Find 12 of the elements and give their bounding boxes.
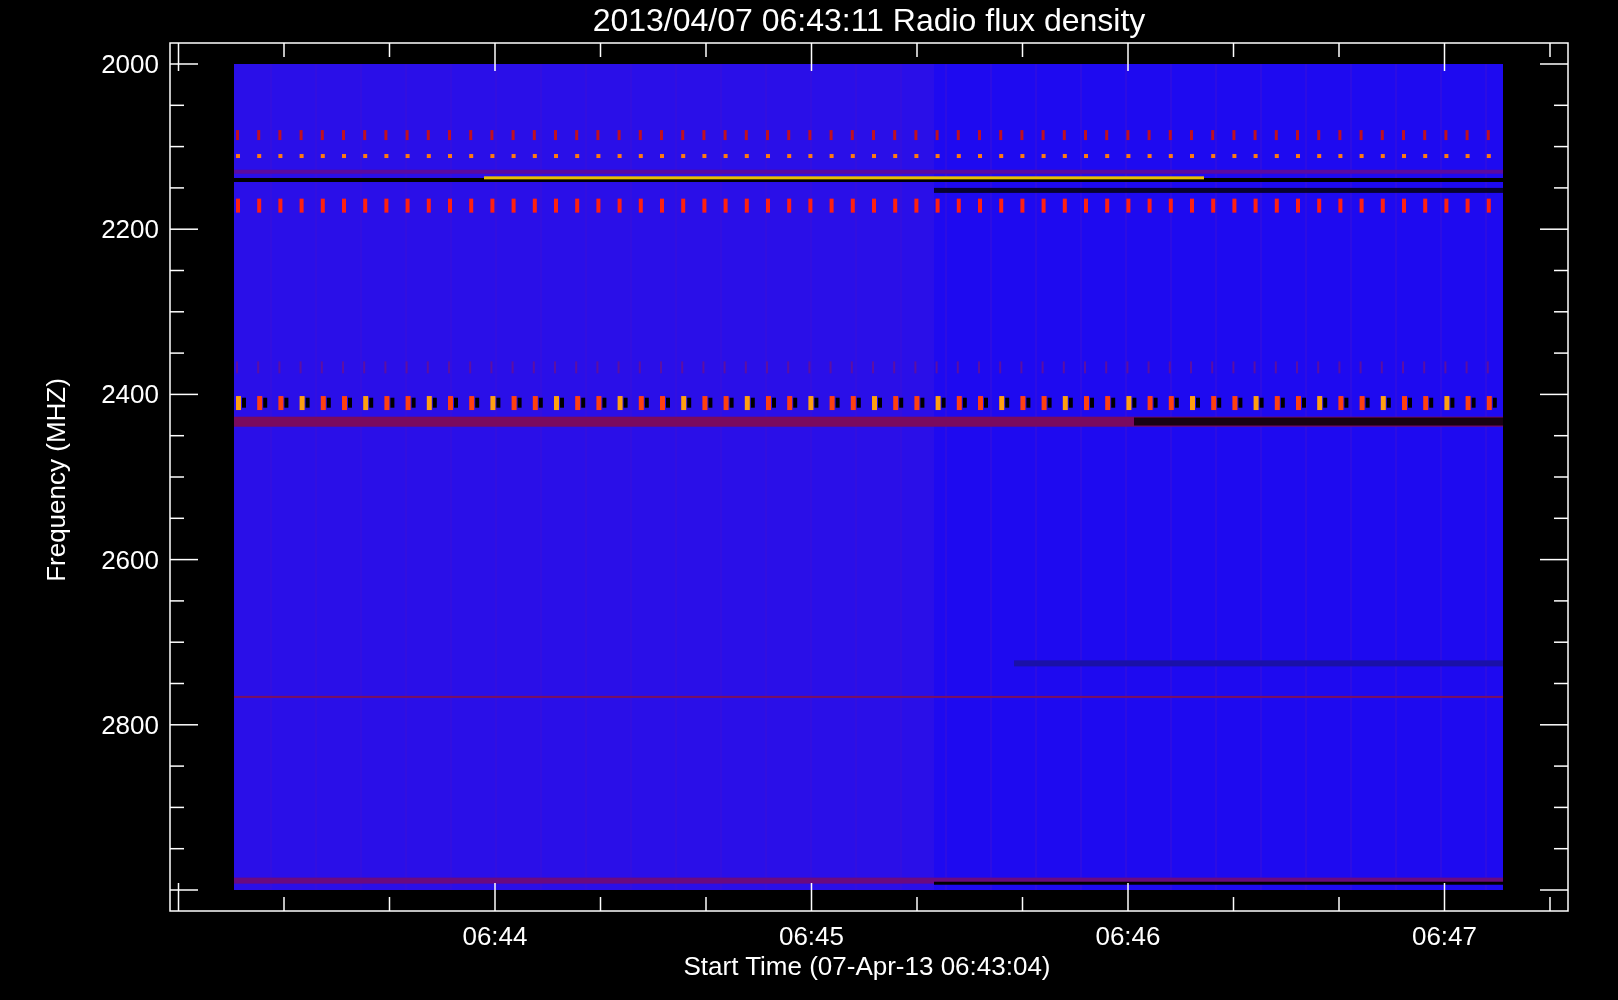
x-tick-label: 06:46 [1095, 921, 1161, 951]
x-tick-label: 06:45 [778, 921, 845, 951]
x-tick-label: 06:44 [462, 921, 528, 951]
y-tick-label: 2200 [101, 214, 159, 245]
plot-title: 2013/04/07 06:43:11 Radio flux density [592, 2, 1146, 38]
y-tick-label: 2600 [101, 544, 159, 575]
x-tick-label: 06:47 [1411, 921, 1478, 951]
y-axis-title: Frequency (MHZ) [41, 378, 71, 582]
y-tick-label: 2000 [101, 49, 159, 79]
y-tick-label: 2800 [101, 709, 159, 740]
x-axis-title: Start Time (07-Apr-13 06:43:04) [683, 951, 1051, 981]
y-tick-label: 2400 [101, 379, 159, 410]
